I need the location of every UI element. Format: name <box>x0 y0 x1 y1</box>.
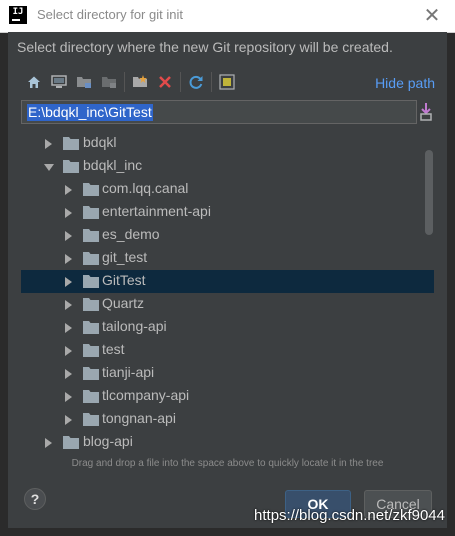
folder-icon <box>83 183 99 196</box>
desktop-icon[interactable] <box>49 72 69 92</box>
folder-icon <box>83 206 99 219</box>
show-hidden-icon[interactable] <box>217 72 237 92</box>
folder-icon <box>83 298 99 311</box>
tree-row-label: bdqkl_inc <box>83 157 143 173</box>
tree-row-label: git_test <box>102 249 148 265</box>
tree-row-tailong-api[interactable]: tailong-api <box>21 316 434 339</box>
folder-icon <box>83 367 99 380</box>
refresh-icon[interactable] <box>186 72 206 92</box>
expand-arrow-icon[interactable] <box>65 369 72 379</box>
toolbar-separator <box>124 72 125 92</box>
module-folder-icon[interactable] <box>99 72 119 92</box>
expand-arrow-icon[interactable] <box>65 185 72 195</box>
folder-icon <box>63 137 79 150</box>
tree-row-gittest[interactable]: GitTest <box>21 270 434 293</box>
tree-row-bdqkl-inc[interactable]: bdqkl_inc <box>21 155 434 178</box>
expand-arrow-icon[interactable] <box>65 300 72 310</box>
folder-icon <box>83 413 99 426</box>
watermark: https://blog.csdn.net/zkf9044 <box>254 507 445 524</box>
folder-icon <box>83 229 99 242</box>
tree-row-tianji-api[interactable]: tianji-api <box>21 362 434 385</box>
folder-icon <box>63 160 79 173</box>
tree-row-com-lqq-canal[interactable]: com.lqq.canal <box>21 178 434 201</box>
folder-icon <box>83 344 99 357</box>
hide-path-link[interactable]: Hide path <box>375 75 435 91</box>
tree-scrollbar[interactable] <box>425 150 433 235</box>
tree-row-label: tailong-api <box>102 318 167 334</box>
tree-row-label: entertainment-api <box>102 203 211 219</box>
path-input-value[interactable]: E:\bdqkl_inc\GitTest <box>27 104 153 121</box>
toolbar-separator <box>211 72 212 92</box>
tree-row-tlcompany-api[interactable]: tlcompany-api <box>21 385 434 408</box>
tree-row-git-test[interactable]: git_test <box>21 247 434 270</box>
expand-arrow-icon[interactable] <box>65 231 72 241</box>
expand-arrow-icon[interactable] <box>65 346 72 356</box>
tree-row-test[interactable]: test <box>21 339 434 362</box>
tree-row-label: tianji-api <box>102 364 155 380</box>
expand-arrow-icon[interactable] <box>65 277 72 287</box>
path-input[interactable]: E:\bdqkl_inc\GitTest <box>21 100 417 124</box>
expand-arrow-icon[interactable] <box>45 139 52 149</box>
expand-arrow-icon[interactable] <box>65 323 72 333</box>
tree-row-label: tlcompany-api <box>102 387 190 403</box>
tree-row-label: es_demo <box>102 226 160 242</box>
tree-row-bdqkl[interactable]: bdqkl <box>21 132 434 155</box>
tree-row-label: GitTest <box>102 272 146 288</box>
tree-row-es-demo[interactable]: es_demo <box>21 224 434 247</box>
background-editor-strip-bottom <box>0 528 455 536</box>
tree-row-label: bdqkl <box>83 134 117 150</box>
intellij-app-icon: IJ <box>9 6 27 24</box>
tree-row-label: blog-api <box>83 433 133 449</box>
tree-row-label: test <box>102 341 125 357</box>
drag-drop-hint: Drag and drop a file into the space abov… <box>71 458 384 469</box>
collapse-arrow-icon[interactable] <box>44 164 54 171</box>
path-history-icon[interactable] <box>419 102 433 122</box>
close-icon[interactable]: ✕ <box>421 4 443 26</box>
project-folder-icon[interactable] <box>74 72 94 92</box>
expand-arrow-icon[interactable] <box>45 438 52 448</box>
directory-tree[interactable]: bdqkl bdqkl_inc com.lqq.canal entertainm… <box>21 128 434 454</box>
folder-icon <box>83 390 99 403</box>
title-bar: IJ Select directory for git init ✕ <box>0 0 455 33</box>
window-title: Select directory for git init <box>37 7 183 22</box>
expand-arrow-icon[interactable] <box>65 254 72 264</box>
home-icon[interactable] <box>24 72 44 92</box>
toolbar-separator <box>180 72 181 92</box>
folder-icon <box>83 275 99 288</box>
folder-icon <box>83 252 99 265</box>
tree-row-blog-api[interactable]: blog-api <box>21 431 434 454</box>
tree-row-quartz[interactable]: Quartz <box>21 293 434 316</box>
folder-icon <box>63 436 79 449</box>
delete-icon[interactable] <box>155 72 175 92</box>
tree-row-tongnan-api[interactable]: tongnan-api <box>21 408 434 431</box>
help-button[interactable]: ? <box>24 488 46 510</box>
expand-arrow-icon[interactable] <box>65 415 72 425</box>
folder-icon <box>83 321 99 334</box>
tree-row-entertainment-api[interactable]: entertainment-api <box>21 201 434 224</box>
tree-row-label: com.lqq.canal <box>102 180 189 196</box>
dialog-description: Select directory where the new Git repos… <box>17 39 393 55</box>
new-folder-icon[interactable] <box>130 72 150 92</box>
expand-arrow-icon[interactable] <box>65 392 72 402</box>
expand-arrow-icon[interactable] <box>65 208 72 218</box>
tree-row-label: Quartz <box>102 295 145 311</box>
tree-row-label: tongnan-api <box>102 410 176 426</box>
